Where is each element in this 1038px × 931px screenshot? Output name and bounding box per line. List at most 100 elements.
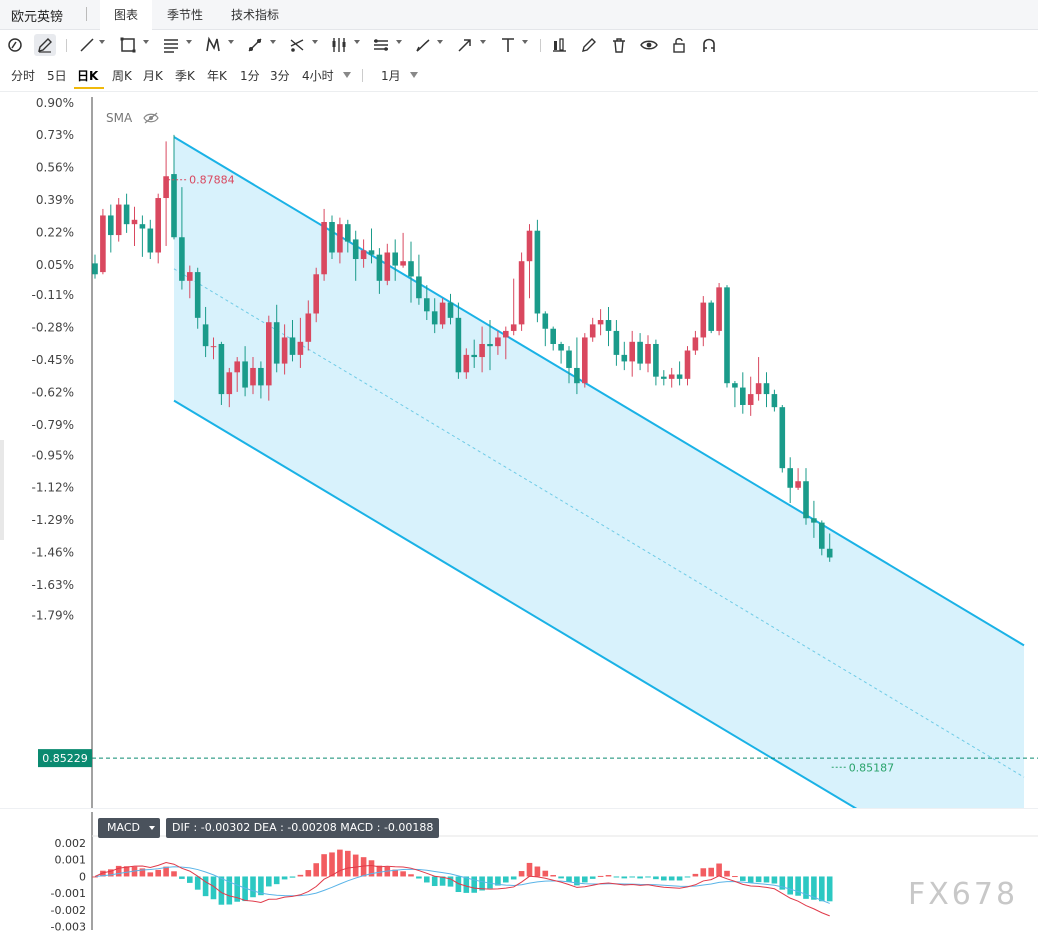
period-monthly[interactable]: 月K	[143, 67, 163, 84]
chevron-down-icon[interactable]	[143, 40, 149, 44]
candle-body	[455, 317, 462, 373]
macd-histogram-bar	[747, 876, 754, 883]
chevron-down-icon[interactable]	[186, 40, 192, 44]
period-quarterly[interactable]: 季K	[175, 67, 195, 84]
chevron-down-icon[interactable]	[354, 40, 360, 44]
candle	[534, 219, 541, 323]
candle	[708, 300, 714, 334]
candle-body	[194, 272, 201, 318]
eye-icon[interactable]	[638, 34, 660, 56]
pencil-icon[interactable]	[34, 34, 56, 56]
magnet-u-icon[interactable]	[698, 34, 720, 56]
candle-body	[321, 221, 327, 275]
candle-body	[329, 221, 335, 253]
candle	[147, 219, 154, 260]
candle	[108, 204, 114, 253]
edit-icon[interactable]	[578, 34, 600, 56]
pattern-icon[interactable]	[202, 34, 224, 56]
candle	[510, 278, 517, 336]
fib-icon[interactable]	[160, 34, 182, 56]
arrow-icon[interactable]	[454, 34, 476, 56]
candle-body	[534, 230, 541, 314]
sma-indicator-label[interactable]: SMA	[106, 111, 132, 125]
period-bar: 分时 5日 日K 周K 月K 季K 年K 1分 3分 4小时 1月	[0, 60, 1038, 92]
candle-body	[684, 350, 691, 379]
candle-body	[242, 361, 248, 388]
candle-body	[431, 311, 438, 325]
candle-body	[273, 322, 280, 364]
price-chart[interactable]: 1.23%1.06%0.90%0.73%0.56%0.39%0.22%0.05%…	[0, 97, 1038, 809]
candle-body	[621, 354, 628, 362]
macd-histogram-bar	[716, 863, 722, 877]
rectangle-icon[interactable]	[117, 34, 139, 56]
macd-histogram-bar	[787, 876, 793, 895]
period-3min[interactable]: 3分	[270, 67, 290, 84]
candle-tool-icon[interactable]	[328, 34, 350, 56]
line-icon[interactable]	[76, 34, 98, 56]
macd-histogram-bar	[597, 875, 604, 877]
period-weekly[interactable]: 周K	[112, 67, 132, 84]
chevron-down-icon[interactable]	[410, 72, 418, 78]
candle	[589, 317, 596, 342]
macd-histogram-bar	[187, 876, 193, 883]
cross-lines-icon[interactable]	[286, 34, 308, 56]
lock-icon[interactable]	[668, 34, 690, 56]
macd-histogram-bar	[763, 876, 770, 883]
macd-histogram-bar	[700, 868, 707, 877]
brush-icon[interactable]	[412, 34, 434, 56]
period-timeline[interactable]: 分时	[11, 67, 35, 84]
period-1min[interactable]: 1分	[240, 67, 260, 84]
tab-seasonality[interactable]: 季节性	[153, 0, 217, 30]
trash-icon[interactable]	[608, 34, 630, 56]
candle	[558, 341, 564, 364]
magnet-icon[interactable]	[4, 34, 26, 56]
active-period-indicator	[74, 87, 104, 89]
channel-fill	[174, 137, 1024, 809]
pane-separator	[0, 808, 1038, 809]
y-tick-label: 0.90%	[36, 97, 74, 110]
tab-chart[interactable]: 图表	[100, 0, 153, 30]
text-icon[interactable]	[497, 34, 519, 56]
chevron-down-icon[interactable]	[270, 40, 276, 44]
chevron-down-icon[interactable]	[99, 40, 105, 44]
period-5day[interactable]: 5日	[47, 67, 67, 84]
eye-hidden-icon[interactable]	[143, 112, 159, 124]
candle-body	[803, 481, 809, 519]
range-select[interactable]: 1月	[381, 67, 401, 84]
y-tick-label: -1.29%	[32, 513, 74, 527]
macd-histogram-bar	[724, 870, 730, 877]
macd-histogram-bar	[424, 876, 430, 883]
watermark-logo: FX678	[908, 877, 1019, 912]
candle	[795, 468, 801, 490]
macd-histogram-bar	[566, 876, 572, 883]
candle	[115, 198, 122, 242]
macd-histogram-bar	[345, 850, 351, 877]
period-yearly[interactable]: 年K	[207, 67, 227, 84]
macd-select-button[interactable]: MACD	[98, 818, 160, 838]
chevron-down-icon[interactable]	[396, 40, 402, 44]
candle	[597, 309, 604, 336]
path-icon[interactable]	[244, 34, 266, 56]
chevron-down-icon[interactable]	[343, 72, 351, 78]
chevron-down-icon[interactable]	[522, 40, 528, 44]
macd-histogram-bar	[534, 866, 541, 877]
bars-icon[interactable]	[548, 34, 570, 56]
chevron-down-icon[interactable]	[312, 40, 318, 44]
channel-icon[interactable]	[370, 34, 392, 56]
period-daily[interactable]: 日K	[77, 67, 98, 84]
candle	[542, 311, 549, 347]
chevron-down-icon[interactable]	[228, 40, 234, 44]
chevron-down-icon[interactable]	[437, 40, 443, 44]
period-4hour[interactable]: 4小时	[302, 67, 334, 84]
candle-body	[360, 250, 367, 260]
candle-body	[131, 219, 138, 225]
candle	[155, 193, 161, 264]
candle-body	[171, 174, 177, 238]
candle-body	[518, 261, 525, 325]
macd-histogram-bar	[447, 876, 454, 887]
candle	[692, 330, 699, 355]
tab-technical[interactable]: 技术指标	[217, 0, 293, 30]
chevron-down-icon[interactable]	[480, 40, 486, 44]
candle	[629, 330, 635, 377]
candle	[582, 333, 588, 388]
